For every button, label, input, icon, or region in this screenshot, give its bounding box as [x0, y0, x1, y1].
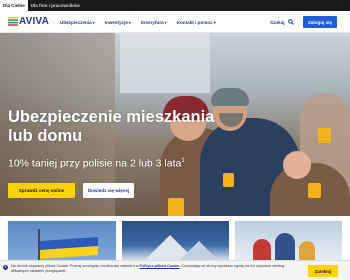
hero-person-child-head — [283, 151, 311, 179]
chevron-down-icon: ▾ — [213, 19, 216, 25]
nav-item-label: Kontakt i pomoc — [176, 19, 213, 25]
chevron-down-icon: ▾ — [128, 19, 131, 25]
chevron-down-icon: ▾ — [92, 19, 95, 25]
cookie-policy-link[interactable]: Polityce plików Cookie — [140, 264, 180, 268]
chevron-down-icon: ▾ — [164, 19, 167, 25]
logo[interactable]: AVIVA — [8, 16, 49, 27]
nav-item-label: Inwestycje — [104, 19, 128, 25]
mug-icon — [308, 183, 321, 198]
search-button[interactable]: Szukaj — [270, 11, 294, 33]
search-label: Szukaj — [270, 19, 285, 25]
mug-icon — [318, 128, 331, 143]
mug-icon — [223, 173, 234, 187]
cookie-text-before: Na stronie używamy plików Cookie. Poznaj… — [11, 264, 140, 268]
logo-text: AVIVA — [19, 16, 50, 27]
check-price-button[interactable]: Sprawdź cenę online — [8, 183, 75, 198]
cookie-banner: i Na stronie używamy plików Cookie. Pozn… — [0, 260, 350, 280]
nav-item-label: Ubezpieczenia — [60, 19, 92, 25]
nav-item-inwestycje[interactable]: Inwestycje ▾ — [105, 20, 131, 25]
aviva-logo-icon — [8, 17, 18, 26]
main-navbar: AVIVA Ubezpieczenia ▾ Inwestycje ▾ Emery… — [0, 11, 350, 33]
cookie-text: Na stronie używamy plików Cookie. Poznaj… — [11, 264, 301, 274]
cookie-close-button[interactable]: Zamknij — [308, 265, 338, 277]
nav-item-emerytura[interactable]: Emerytura ▾ — [141, 20, 167, 25]
login-button[interactable]: Zaloguj się — [303, 16, 337, 28]
nav-item-label: Emerytura — [140, 19, 164, 25]
search-icon — [287, 18, 294, 26]
nav-menu: Ubezpieczenia ▾ Inwestycje ▾ Emerytura ▾… — [60, 11, 226, 33]
hero-person-man-hat — [211, 88, 249, 106]
tab-dla-ciebie[interactable]: Dla Ciebie — [0, 0, 28, 11]
nav-item-kontakt[interactable]: Kontakt i pomoc ▾ — [177, 20, 216, 25]
audience-switcher: Dla Ciebie Dla firm i pracowników — [0, 0, 350, 11]
footnote-marker: 1 — [181, 158, 185, 164]
hero-background-window — [120, 33, 210, 93]
learn-more-button[interactable]: Dowiedz się więcej — [83, 183, 134, 198]
hero-subtitle-text: 10% taniej przy polisie na 2 lub 3 lata — [8, 157, 182, 170]
hero-banner: Ubezpieczenie mieszkania lub domu 10% ta… — [0, 33, 350, 216]
info-icon: i — [3, 265, 8, 270]
hero-title: Ubezpieczenie mieszkania lub domu — [8, 108, 215, 145]
hero-subtitle: 10% taniej przy polisie na 2 lub 3 lata1 — [8, 154, 185, 171]
tab-dla-firm[interactable]: Dla firm i pracowników — [28, 0, 83, 11]
mug-icon — [168, 198, 184, 216]
nav-item-ubezpieczenia[interactable]: Ubezpieczenia ▾ — [60, 20, 95, 25]
